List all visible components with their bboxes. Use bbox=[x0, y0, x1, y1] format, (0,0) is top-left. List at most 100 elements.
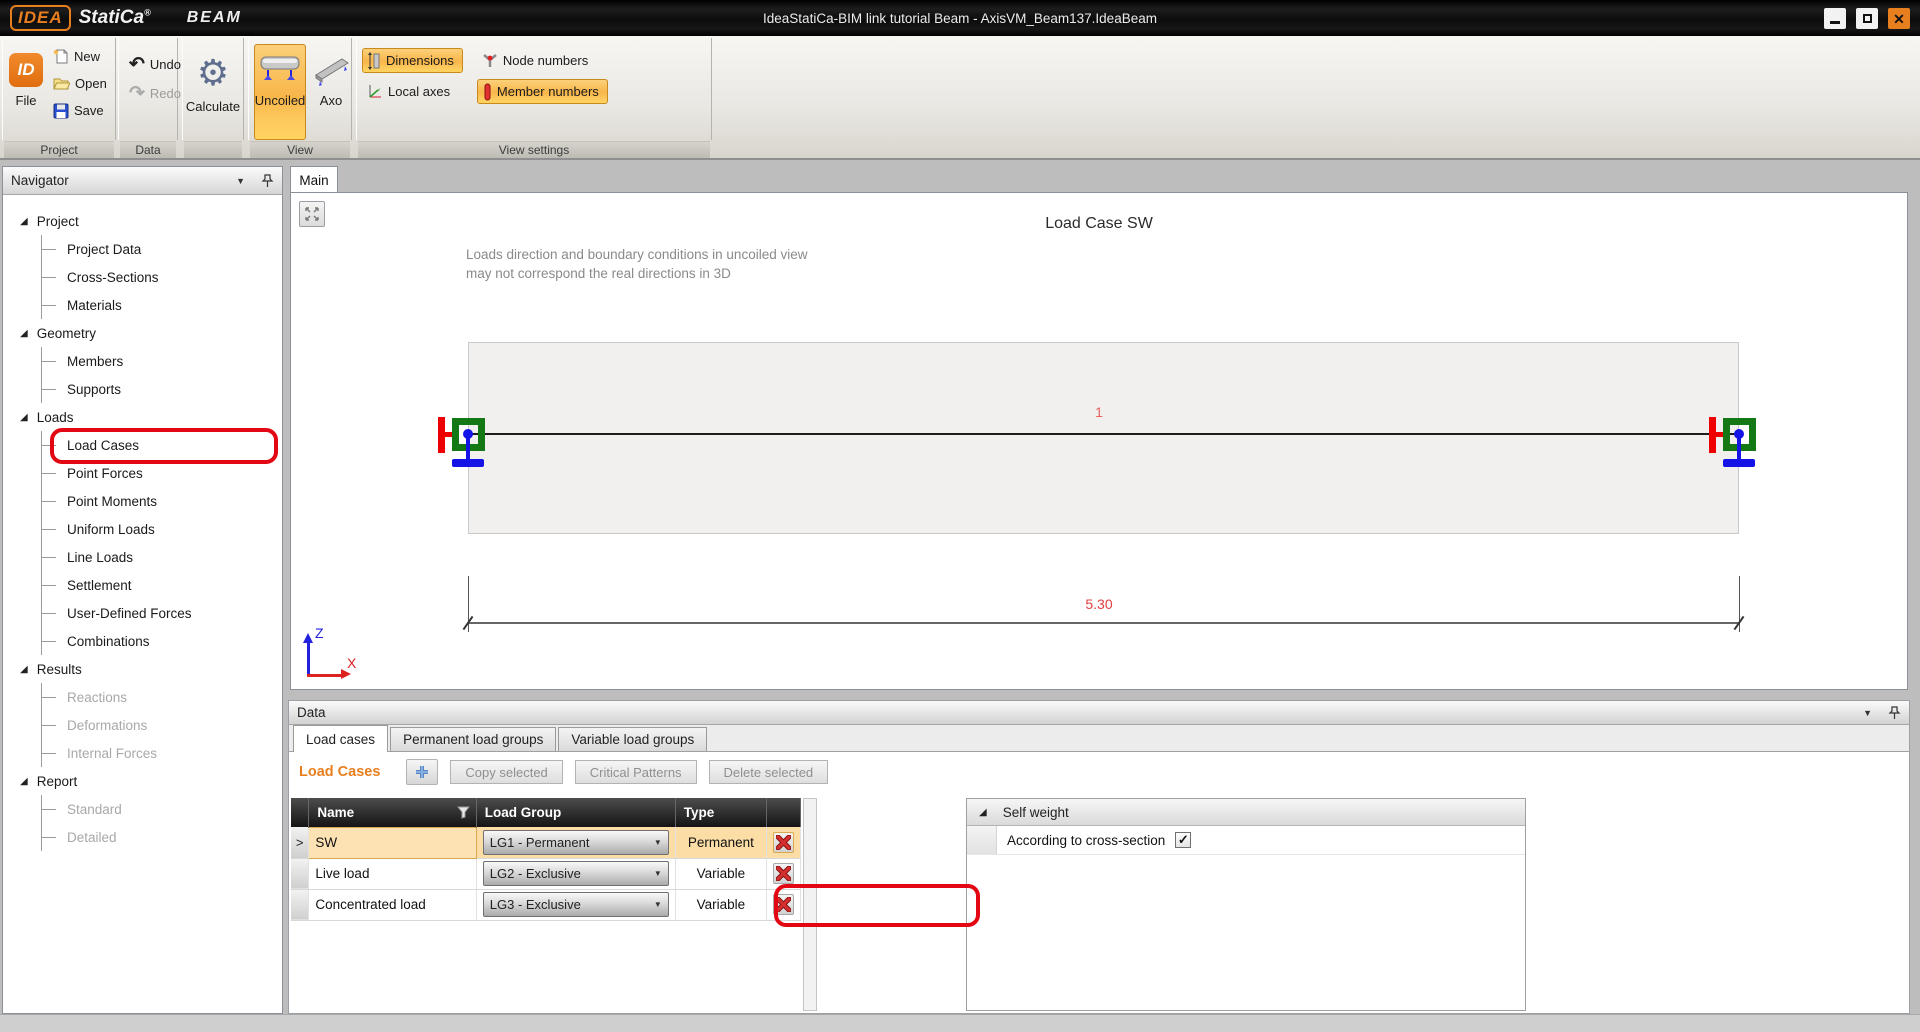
open-button[interactable]: Open bbox=[48, 71, 116, 96]
tree-node-project-data[interactable]: Project Data bbox=[42, 235, 282, 263]
tree-node-point-moments[interactable]: Point Moments bbox=[42, 487, 282, 515]
expander-icon[interactable]: ◢ bbox=[979, 807, 987, 818]
expander-icon[interactable]: ◢ bbox=[20, 412, 28, 423]
maximize-button[interactable] bbox=[1856, 8, 1878, 29]
delete-row-button[interactable] bbox=[772, 863, 794, 884]
tree-node-materials[interactable]: Materials bbox=[42, 291, 282, 319]
tree-node-cross-sections[interactable]: Cross-Sections bbox=[42, 263, 282, 291]
new-button[interactable]: New bbox=[48, 44, 116, 69]
according-to-cross-section-checkbox[interactable]: ✓ bbox=[1175, 832, 1192, 848]
tree-node-load-cases[interactable]: Load Cases bbox=[42, 431, 282, 459]
self-weight-panel: ◢ Self weight According to cross-section… bbox=[966, 798, 1526, 1011]
tree-node-project[interactable]: ◢ Project bbox=[3, 207, 282, 235]
tree-label: Project bbox=[36, 213, 79, 229]
tree-node-supports[interactable]: Supports bbox=[42, 375, 282, 403]
undo-label: Undo bbox=[149, 57, 181, 72]
tree-node-line-loads[interactable]: Line Loads bbox=[42, 543, 282, 571]
table-row[interactable]: Live load LG2 - Exclusive ▼ Variable bbox=[291, 858, 802, 890]
expander-icon[interactable]: ◢ bbox=[20, 776, 28, 787]
tree-node-results[interactable]: ◢ Results bbox=[3, 655, 282, 683]
ribbon-group-label-data: Data bbox=[120, 141, 176, 158]
main-viewport[interactable]: Load Case SW Loads direction and boundar… bbox=[290, 192, 1908, 690]
tree-node-members[interactable]: Members bbox=[42, 347, 282, 375]
chevron-down-icon: ▼ bbox=[653, 837, 662, 847]
name-cell[interactable]: Concentrated load bbox=[308, 889, 477, 921]
load-group-dropdown[interactable]: LG2 - Exclusive ▼ bbox=[482, 861, 669, 886]
data-panel-collapse-icon[interactable]: ▼ bbox=[1863, 708, 1872, 718]
load-group-dropdown[interactable]: LG1 - Permanent ▼ bbox=[482, 829, 669, 855]
redo-button[interactable]: ↷ Redo bbox=[124, 81, 190, 106]
minimize-button[interactable] bbox=[1824, 8, 1846, 29]
copy-selected-button[interactable]: Copy selected bbox=[450, 760, 563, 784]
tree-node-point-forces[interactable]: Point Forces bbox=[42, 459, 282, 487]
save-button[interactable]: Save bbox=[48, 98, 116, 123]
navigator-pin-icon[interactable] bbox=[261, 173, 274, 188]
expander-icon[interactable]: ◢ bbox=[20, 216, 28, 227]
tab-permanent-load-groups[interactable]: Permanent load groups bbox=[390, 727, 557, 751]
dimension-value-label: 5.30 bbox=[1085, 596, 1113, 612]
row-selector[interactable] bbox=[291, 858, 310, 890]
tree-node-uniform-loads[interactable]: Uniform Loads bbox=[42, 515, 282, 543]
local-axes-button[interactable]: Local axes bbox=[362, 79, 463, 104]
tree-node-combinations[interactable]: Combinations bbox=[42, 627, 282, 655]
delete-row-button[interactable] bbox=[772, 894, 794, 915]
name-cell[interactable]: Live load bbox=[308, 858, 477, 890]
add-load-case-button[interactable] bbox=[406, 759, 439, 785]
member-numbers-button[interactable]: Member numbers bbox=[476, 79, 608, 104]
uncoiled-button[interactable]: Uncoiled bbox=[254, 44, 306, 140]
undo-icon: ↶ bbox=[129, 54, 145, 75]
application-window: IDEA StatiCa® BEAM IdeaStatiCa-BIM link … bbox=[0, 0, 1920, 1032]
file-button[interactable]: ID File bbox=[8, 44, 44, 140]
delete-x-icon bbox=[775, 897, 791, 912]
navigator-collapse-icon[interactable]: ▼ bbox=[236, 176, 245, 186]
axo-button[interactable]: Axo bbox=[310, 44, 352, 140]
header-name[interactable]: Name bbox=[308, 798, 477, 827]
dimensions-button[interactable]: Dimensions bbox=[362, 48, 463, 73]
brand-logo: IDEA StatiCa® BEAM bbox=[0, 0, 242, 36]
self-weight-header[interactable]: ◢ Self weight bbox=[967, 799, 1525, 826]
delete-cell bbox=[766, 889, 802, 921]
delete-row-button[interactable] bbox=[772, 831, 794, 853]
tree-node-loads[interactable]: ◢ Loads bbox=[3, 403, 282, 431]
file-label: File bbox=[15, 93, 37, 108]
header-selector bbox=[291, 798, 310, 827]
tree-label: Settlement bbox=[67, 577, 132, 593]
tab-load-cases[interactable]: Load cases bbox=[293, 725, 389, 752]
node-numbers-button[interactable]: Node numbers bbox=[477, 48, 608, 73]
expander-icon[interactable]: ◢ bbox=[20, 664, 28, 675]
delete-x-icon bbox=[775, 866, 791, 881]
redo-label: Redo bbox=[149, 86, 181, 101]
tab-main[interactable]: Main bbox=[290, 166, 338, 193]
tree-node-settlement[interactable]: Settlement bbox=[42, 571, 282, 599]
delete-cell bbox=[766, 827, 802, 859]
window-controls: ✕ bbox=[1824, 8, 1910, 29]
data-panel-pin-icon[interactable] bbox=[1888, 705, 1901, 720]
tree-node-user-defined-forces[interactable]: User-Defined Forces bbox=[42, 599, 282, 627]
navigator-header: Navigator ▼ bbox=[3, 167, 282, 195]
row-selector[interactable] bbox=[291, 889, 310, 921]
header-type[interactable]: Type bbox=[675, 798, 767, 827]
tree-node-report[interactable]: ◢ Report bbox=[3, 767, 282, 795]
expander-icon[interactable]: ◢ bbox=[20, 328, 28, 339]
filter-funnel-icon[interactable] bbox=[456, 806, 470, 819]
navigator-title: Navigator bbox=[11, 173, 69, 188]
calculate-button[interactable]: ⚙ Calculate bbox=[185, 44, 241, 140]
self-weight-title: Self weight bbox=[1002, 804, 1069, 820]
tree-node-geometry[interactable]: ◢ Geometry bbox=[3, 319, 282, 347]
tree-label: Supports bbox=[67, 381, 122, 397]
name-cell[interactable]: SW bbox=[308, 826, 477, 859]
support-left-base bbox=[452, 459, 484, 467]
tree-node-standard: Standard bbox=[42, 795, 282, 823]
table-row[interactable]: Concentrated load LG3 - Exclusive ▼ Vari… bbox=[291, 889, 802, 921]
load-group-dropdown[interactable]: LG3 - Exclusive ▼ bbox=[482, 892, 669, 917]
table-scrollbar[interactable] bbox=[803, 798, 817, 1011]
critical-patterns-button[interactable]: Critical Patterns bbox=[574, 760, 697, 784]
row-selector[interactable]: > bbox=[291, 827, 310, 859]
tab-variable-load-groups[interactable]: Variable load groups bbox=[558, 727, 708, 751]
delete-selected-button[interactable]: Delete selected bbox=[708, 760, 829, 784]
table-row[interactable]: > SW LG1 - Permanent ▼ Permanent bbox=[291, 826, 802, 859]
close-button[interactable]: ✕ bbox=[1888, 8, 1910, 29]
window-bottom-edge bbox=[0, 1014, 1920, 1032]
undo-button[interactable]: ↶ Undo bbox=[124, 52, 190, 77]
header-load-group[interactable]: Load Group bbox=[476, 798, 676, 827]
